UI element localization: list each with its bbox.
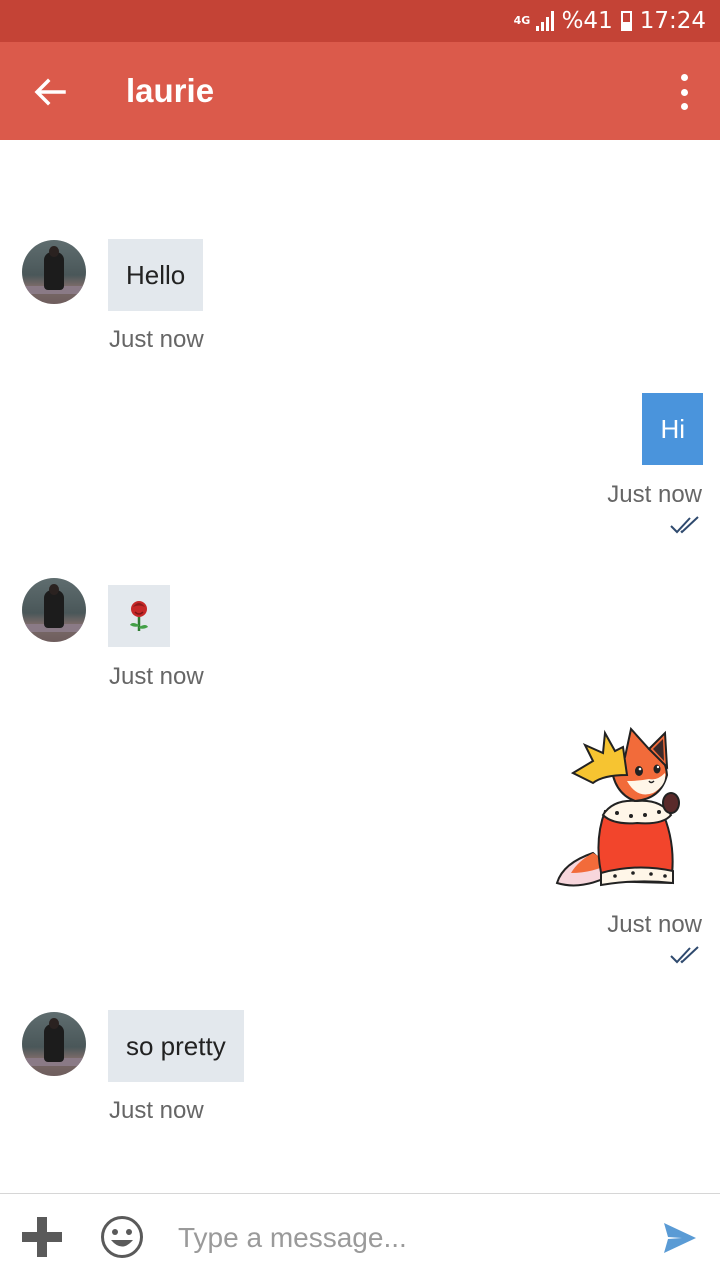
smiley-icon[interactable] bbox=[100, 1215, 144, 1259]
avatar[interactable] bbox=[22, 578, 86, 642]
message-bubble-incoming[interactable]: Hello bbox=[108, 239, 204, 311]
network-type: 4G bbox=[513, 14, 531, 27]
status-bar: 4G %41 17:24 bbox=[0, 0, 720, 42]
message-bubble-incoming[interactable]: so pretty bbox=[108, 1010, 244, 1082]
rose-emoji-icon bbox=[130, 601, 148, 631]
conversation-title: laurie bbox=[126, 72, 215, 109]
message-bubble-outgoing[interactable]: Hi bbox=[642, 393, 703, 465]
message-timestamp: Just now bbox=[607, 481, 702, 508]
signal-icon bbox=[535, 11, 554, 31]
status-indicators: 4G %41 17:24 bbox=[514, 8, 706, 34]
avatar[interactable] bbox=[22, 240, 86, 304]
message-bubble-incoming[interactable] bbox=[108, 585, 170, 647]
double-check-icon bbox=[670, 516, 699, 534]
avatar[interactable] bbox=[22, 1012, 86, 1076]
message-timestamp: Just now bbox=[109, 1097, 204, 1124]
app-bar: laurie bbox=[0, 42, 720, 140]
battery-icon bbox=[620, 11, 632, 31]
message-input[interactable] bbox=[178, 1216, 628, 1260]
fox-king-sticker[interactable] bbox=[553, 723, 683, 893]
arrow-left-icon[interactable] bbox=[30, 72, 70, 112]
message-timestamp: Just now bbox=[109, 663, 204, 690]
double-check-icon bbox=[670, 946, 699, 964]
battery-level-fill bbox=[622, 22, 630, 29]
clock: 17:24 bbox=[639, 8, 706, 34]
more-vertical-icon[interactable] bbox=[674, 74, 694, 110]
message-timestamp: Just now bbox=[109, 326, 204, 353]
message-composer bbox=[0, 1193, 720, 1281]
battery-percent: %41 bbox=[561, 8, 613, 34]
plus-icon[interactable] bbox=[20, 1215, 64, 1259]
message-timestamp: Just now bbox=[607, 911, 702, 938]
send-icon[interactable] bbox=[662, 1220, 698, 1256]
